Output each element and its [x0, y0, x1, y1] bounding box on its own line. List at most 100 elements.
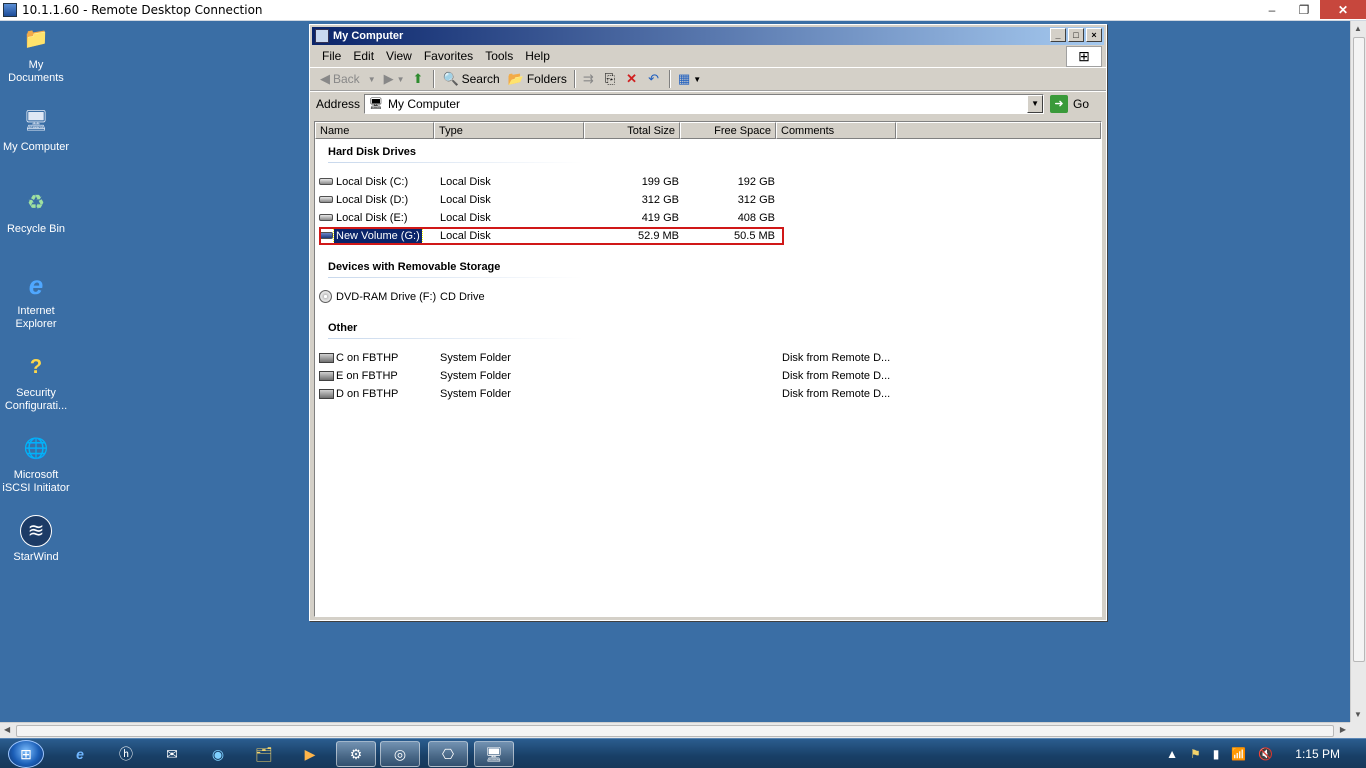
toolbar-separator	[433, 70, 436, 88]
window-controls: _ □ ×	[1048, 28, 1102, 42]
horizontal-scrollbar[interactable]: ◀ ▶	[0, 722, 1350, 738]
column-header-name[interactable]: Name	[315, 122, 434, 139]
menubar: File Edit View Favorites Tools Help ⊞	[310, 45, 1106, 67]
back-arrow-icon: ◀	[320, 71, 330, 86]
undo-button[interactable]: ↶	[644, 68, 666, 90]
desktop-icon-iscsi-initiator[interactable]: 🌐 Microsoft iSCSI Initiator	[0, 433, 72, 495]
item-name: DVD-RAM Drive (F:)	[336, 291, 437, 303]
computer-icon	[315, 29, 329, 43]
item-comment: Disk from Remote D...	[782, 352, 891, 364]
window-title: My Computer	[333, 30, 404, 42]
search-button[interactable]: 🔍 Search	[438, 68, 503, 90]
views-button[interactable]: ▦ ▼	[674, 68, 705, 90]
horizontal-scroll-thumb[interactable]	[16, 725, 1334, 737]
item-name: Local Disk (D:)	[336, 194, 409, 206]
folders-button[interactable]: 📂 Folders	[504, 68, 571, 90]
up-folder-button[interactable]: ⬆	[409, 68, 431, 90]
rdp-restore-button[interactable]: ❐	[1288, 0, 1320, 19]
folders-label: Folders	[526, 72, 567, 86]
list-item[interactable]: C on FBTHP System Folder Disk from Remot…	[318, 349, 1098, 367]
item-free-space: 192 GB	[737, 176, 775, 188]
list-item[interactable]: E on FBTHP System Folder Disk from Remot…	[318, 367, 1098, 385]
desktop-icon-security-configuration[interactable]: ? Security Configurati...	[0, 351, 72, 413]
desktop-icon-recycle-bin[interactable]: ♻ Recycle Bin	[0, 187, 72, 236]
rdp-minimize-button[interactable]: –	[1256, 0, 1288, 19]
list-item[interactable]: DVD-RAM Drive (F:) CD Drive	[318, 288, 1098, 306]
column-header-type[interactable]: Type	[434, 122, 584, 139]
network-drive-icon	[319, 369, 335, 382]
item-type: Local Disk	[440, 194, 491, 206]
scroll-up-icon[interactable]: ▲	[1354, 24, 1362, 33]
scroll-down-icon[interactable]: ▼	[1354, 710, 1362, 719]
list-item[interactable]: D on FBTHP System Folder Disk from Remot…	[318, 385, 1098, 403]
menu-view[interactable]: View	[380, 49, 418, 63]
action-center-icon[interactable]: ⚑	[1190, 747, 1201, 761]
start-button[interactable]: ⊞	[8, 740, 44, 768]
scroll-right-icon[interactable]: ▶	[1340, 725, 1346, 734]
close-button[interactable]: ×	[1086, 28, 1102, 42]
rdp-close-button[interactable]: ✕	[1320, 0, 1366, 19]
address-input[interactable]: 🖥 My Computer ▼	[364, 93, 1045, 114]
taskbar-app-icon[interactable]: ◉	[198, 741, 238, 767]
network-signal-icon[interactable]: 📶	[1231, 747, 1246, 761]
desktop-icon-internet-explorer[interactable]: e Internet Explorer	[0, 269, 72, 331]
taskbar-security-config-icon[interactable]: ⚙	[336, 741, 376, 767]
desktop-icon-label: Internet Explorer	[15, 305, 57, 330]
group-divider	[328, 338, 583, 339]
vertical-scroll-thumb[interactable]	[1353, 37, 1365, 662]
group-divider	[328, 277, 583, 278]
volume-muted-icon[interactable]: 🔇	[1258, 747, 1273, 761]
menu-file[interactable]: File	[316, 49, 347, 63]
go-arrow-icon: ➜	[1050, 94, 1069, 113]
menu-favorites[interactable]: Favorites	[418, 49, 479, 63]
menu-edit[interactable]: Edit	[347, 49, 380, 63]
desktop-icon-my-computer[interactable]: 🖥 My Computer	[0, 105, 72, 154]
column-header-comments[interactable]: Comments	[776, 122, 896, 139]
address-dropdown-button[interactable]: ▼	[1027, 94, 1044, 113]
list-item[interactable]: Local Disk (E:) Local Disk 419 GB 408 GB	[318, 209, 1098, 227]
taskbar-remote-app-icon[interactable]: ⎔	[428, 741, 468, 767]
clock[interactable]: 1:15 PM	[1295, 747, 1340, 761]
item-name: E on FBTHP	[336, 370, 398, 382]
menu-tools[interactable]: Tools	[479, 49, 519, 63]
system-tray: ▲ ⚑ ▮ 📶 🔇 1:15 PM	[1160, 739, 1366, 768]
vertical-scrollbar[interactable]: ▲ ▼	[1350, 21, 1366, 722]
column-header-total-size[interactable]: Total Size	[584, 122, 680, 139]
desktop-icon-my-documents[interactable]: 📁 My Documents	[0, 23, 72, 85]
item-free-space: 408 GB	[737, 212, 775, 224]
desktop-icon-label: Security Configurati...	[4, 387, 68, 412]
window-titlebar[interactable]: My Computer	[312, 27, 1104, 45]
taskbar-media-player-icon[interactable]: ▶	[290, 741, 330, 767]
up-folder-icon: ⬆	[412, 71, 424, 86]
delete-button[interactable]: ✕	[622, 68, 644, 90]
cd-drive-icon	[319, 290, 335, 303]
desktop-icon-label: Recycle Bin	[6, 223, 66, 235]
maximize-button[interactable]: □	[1068, 28, 1084, 42]
group-title-removable-storage: Devices with Removable Storage	[328, 261, 501, 273]
taskbar-explorer-icon[interactable]: 🗂	[244, 741, 284, 767]
taskbar-remote-desktop-icon[interactable]: 🖥	[474, 741, 514, 767]
scroll-left-icon[interactable]: ◀	[4, 725, 10, 734]
taskbar-chrome-icon[interactable]: ◎	[380, 741, 420, 767]
recycle-bin-icon: ♻	[27, 191, 45, 214]
back-button[interactable]: ◀ Back ▼	[316, 68, 380, 90]
search-label: Search	[461, 72, 500, 86]
taskbar-outlook-icon[interactable]: ✉	[152, 741, 192, 767]
power-icon[interactable]: ▮	[1213, 747, 1220, 761]
minimize-button[interactable]: _	[1050, 28, 1066, 42]
forward-button[interactable]: ▶ ▼	[380, 68, 409, 90]
menu-help[interactable]: Help	[519, 49, 556, 63]
desktop-icon-label: My Documents	[8, 59, 64, 84]
column-header-free-space[interactable]: Free Space	[680, 122, 776, 139]
address-value: My Computer	[388, 96, 461, 111]
taskbar-hp-icon[interactable]: ⓗ	[106, 741, 146, 767]
list-item[interactable]: Local Disk (C:) Local Disk 199 GB 192 GB	[318, 173, 1098, 191]
show-hidden-icons-icon[interactable]: ▲	[1166, 747, 1178, 761]
go-button[interactable]: ➜ Go	[1050, 94, 1089, 113]
list-item[interactable]: Local Disk (D:) Local Disk 312 GB 312 GB	[318, 191, 1098, 209]
group-divider	[328, 162, 583, 163]
taskbar-ie-icon[interactable]: e	[60, 741, 100, 767]
desktop-icon-starwind[interactable]: ≋ StarWind	[0, 515, 72, 564]
copy-to-button[interactable]: ⎘	[601, 68, 622, 90]
move-to-button[interactable]: ⇉	[579, 68, 601, 90]
